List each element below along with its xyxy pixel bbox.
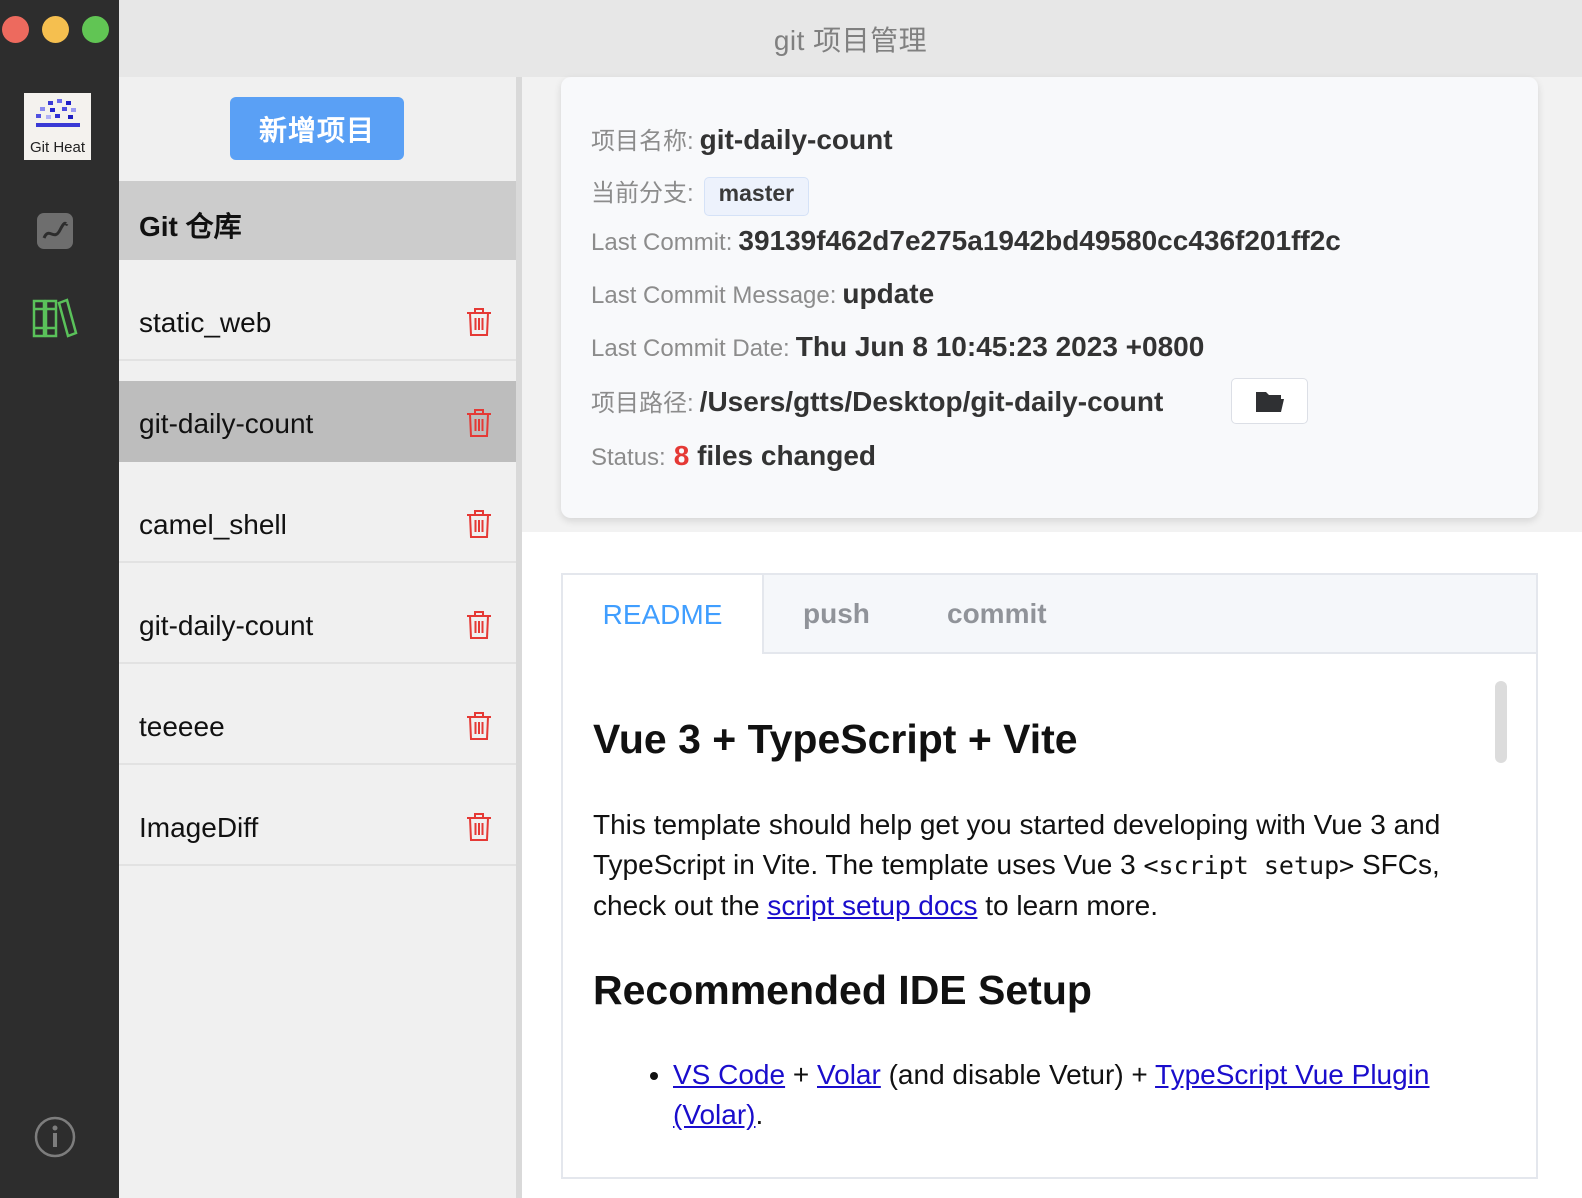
commit-message-row: Last Commit Message: update [591, 278, 934, 310]
commit-date-label: Last Commit Date: [591, 335, 790, 362]
logo-label: Git Heat [29, 139, 86, 156]
project-item[interactable]: git-daily-count [119, 583, 516, 664]
project-path-row: 项目路径: /Users/gtts/Desktop/git-daily-coun… [591, 383, 1163, 418]
project-item-selected[interactable]: git-daily-count [119, 381, 516, 462]
info-icon[interactable] [34, 1116, 76, 1163]
changed-files-text: files changed [689, 440, 877, 471]
project-name: static_web [139, 307, 272, 338]
window-title: git 项目管理 [773, 25, 928, 56]
readme-text: to learn more. [977, 890, 1158, 922]
last-commit-value: 39139f462d7e275a1942bd49580cc436f201ff2c [738, 225, 1341, 256]
readme-paragraph: This template should help get you starte… [593, 805, 1493, 926]
title-bar: git 项目管理 [119, 0, 1582, 77]
tab-readme[interactable]: README [563, 575, 764, 654]
readme-heading: Vue 3 + TypeScript + Vite [593, 716, 1078, 762]
project-item[interactable]: teeeee [119, 684, 516, 765]
minimize-window-button[interactable] [42, 16, 69, 43]
project-name: camel_shell [139, 509, 287, 540]
commit-date-row: Last Commit Date: Thu Jun 8 10:45:23 202… [591, 331, 1204, 363]
zoom-window-button[interactable] [82, 16, 109, 43]
status-label: Status: [591, 444, 666, 471]
readme-text: . [755, 1099, 764, 1131]
project-item[interactable]: camel_shell [119, 482, 516, 563]
readme-text: + [785, 1059, 817, 1091]
repo-list-header: Git 仓库 [119, 181, 516, 260]
readme-subheading: Recommended IDE Setup [593, 967, 1092, 1014]
commit-message-value: update [842, 278, 935, 309]
open-folder-button[interactable] [1231, 378, 1308, 424]
project-item[interactable]: static_web [119, 280, 516, 361]
project-info-card: 项目名称: git-daily-count 当前分支: master Last … [561, 77, 1538, 518]
project-path-value: /Users/gtts/Desktop/git-daily-count [699, 386, 1164, 417]
readme-text: (and disable Vetur) + [880, 1059, 1156, 1091]
project-name-label: 项目名称: [591, 128, 694, 155]
logo-icon[interactable]: Git Heat [24, 93, 91, 160]
project-path-label: 项目路径: [591, 390, 694, 417]
trash-icon[interactable] [466, 408, 492, 438]
folder-icon [1255, 392, 1284, 412]
repo-list-title: Git 仓库 [139, 211, 242, 242]
project-sidebar: 新增项目 Git 仓库 static_web git-daily-count c… [119, 77, 516, 1198]
books-icon[interactable] [32, 297, 78, 344]
branch-row: 当前分支: master [591, 173, 810, 216]
changed-files-count: 8 [673, 440, 690, 471]
readme-list: VS Code + Volar (and disable Vetur) + Ty… [593, 1055, 1493, 1135]
trash-icon[interactable] [466, 509, 492, 539]
project-list: static_web git-daily-count camel_shell g… [119, 280, 516, 886]
trash-icon[interactable] [466, 610, 492, 640]
detail-tabs: README push commit Vue 3 + TypeScript + … [561, 573, 1538, 1179]
last-commit-label: Last Commit: [591, 229, 733, 256]
last-commit-row: Last Commit: 39139f462d7e275a1942bd49580… [591, 225, 1341, 257]
script-setup-docs-link[interactable]: script setup docs [767, 890, 977, 921]
project-item[interactable]: ImageDiff [119, 785, 516, 866]
add-project-button[interactable]: 新增项目 [230, 97, 404, 160]
app-rail: Git Heat [0, 0, 119, 1198]
project-name-value: git-daily-count [699, 124, 893, 155]
list-item: VS Code + Volar (and disable Vetur) + Ty… [673, 1055, 1493, 1135]
vscode-link[interactable]: VS Code [673, 1059, 785, 1090]
readme-scrollbar[interactable] [1495, 681, 1507, 763]
trash-icon[interactable] [466, 711, 492, 741]
project-name-row: 项目名称: git-daily-count [591, 121, 893, 156]
tab-bar: README push commit [563, 575, 1536, 654]
status-row: Status: 8 files changed [591, 440, 876, 472]
project-name: git-daily-count [139, 610, 314, 641]
close-window-button[interactable] [2, 16, 29, 43]
tab-commit[interactable]: commit [947, 575, 1047, 652]
chart-icon[interactable] [36, 212, 74, 255]
commit-message-label: Last Commit Message: [591, 282, 837, 309]
branch-tag: master [703, 177, 810, 216]
trash-icon[interactable] [466, 307, 492, 337]
project-name: teeeee [139, 711, 225, 742]
commit-date-value: Thu Jun 8 10:45:23 2023 +0800 [795, 331, 1205, 362]
project-name: git-daily-count [139, 408, 314, 439]
readme-code: <script setup> [1143, 851, 1355, 881]
readme-content: Vue 3 + TypeScript + Vite This template … [593, 715, 1493, 1135]
branch-label: 当前分支: [591, 180, 694, 207]
project-name: ImageDiff [139, 812, 259, 843]
trash-icon[interactable] [466, 812, 492, 842]
volar-link[interactable]: Volar [817, 1059, 881, 1090]
tab-push[interactable]: push [803, 575, 870, 652]
